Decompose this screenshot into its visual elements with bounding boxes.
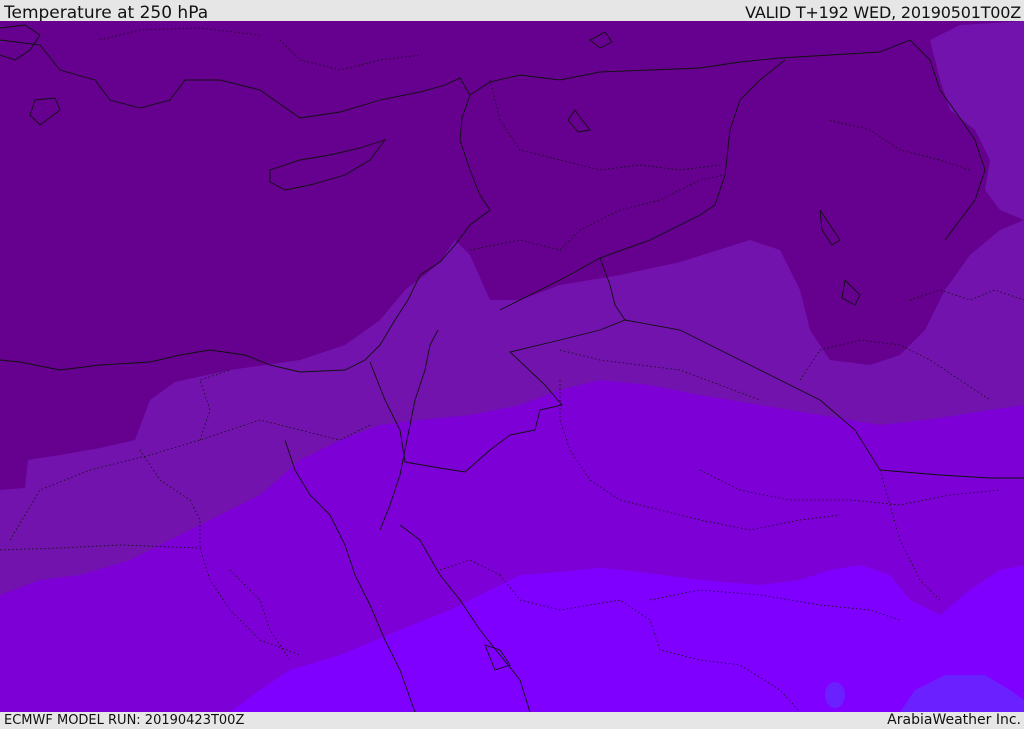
footer-bar: ECMWF MODEL RUN: 20190423T00Z ArabiaWeat…	[0, 712, 1024, 729]
map-title: Temperature at 250 hPa	[4, 3, 209, 23]
temp-zone-warm-spot	[825, 682, 845, 708]
map-canvas	[0, 21, 1024, 712]
weather-map[interactable]	[0, 21, 1024, 712]
header-bar: Temperature at 250 hPa VALID T+192 WED, …	[0, 0, 1024, 23]
model-run: ECMWF MODEL RUN: 20190423T00Z	[4, 713, 245, 728]
valid-time: VALID T+192 WED, 20190501T00Z	[745, 3, 1021, 22]
credit-label: ArabiaWeather Inc.	[887, 712, 1021, 728]
